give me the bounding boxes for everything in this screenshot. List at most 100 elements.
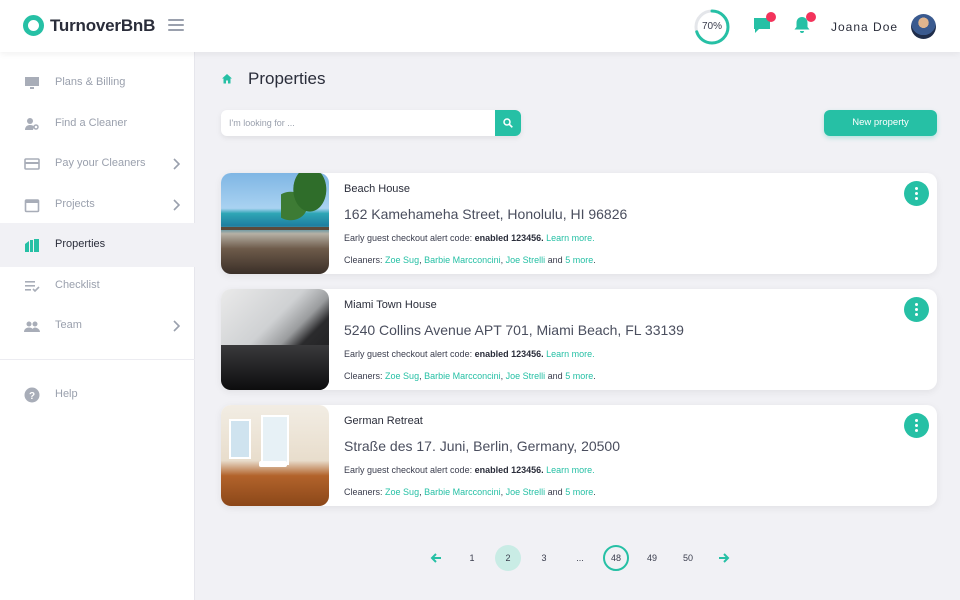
- progress-percent: 70%: [701, 21, 722, 32]
- chevron-right-icon: [173, 199, 180, 211]
- monitor-icon: [25, 77, 39, 89]
- svg-text:?: ?: [29, 391, 35, 402]
- user-search-icon: [25, 118, 39, 130]
- property-photo: [221, 173, 329, 274]
- arrow-right-icon[interactable]: [718, 552, 730, 564]
- profile-progress-ring: 70%: [693, 8, 731, 46]
- alert-label: Early guest checkout alert code:: [344, 465, 473, 475]
- chevron-right-icon: [173, 158, 180, 170]
- checkout-alert-line: Early guest checkout alert code: enabled…: [344, 465, 595, 475]
- checklist-icon: [25, 281, 40, 293]
- sidebar-item-label: Team: [55, 319, 82, 331]
- sidebar-item-team[interactable]: Team: [0, 304, 195, 348]
- sidebar-item-label: Checklist: [55, 279, 100, 291]
- search-input[interactable]: [221, 110, 495, 136]
- new-property-button[interactable]: New property: [824, 110, 937, 136]
- checkout-alert-line: Early guest checkout alert code: enabled…: [344, 233, 595, 243]
- search-bar: [221, 110, 521, 136]
- alert-label: Early guest checkout alert code:: [344, 233, 473, 243]
- cleaners-line: Cleaners: Zoe Sug, Barbie Marcconcini, J…: [344, 255, 596, 265]
- cleaners-label: Cleaners:: [344, 371, 383, 381]
- cleaners-label: Cleaners:: [344, 255, 383, 265]
- chevron-right-icon: [173, 320, 180, 332]
- page-button-3[interactable]: 3: [531, 545, 557, 571]
- cleaners-line: Cleaners: Zoe Sug, Barbie Marcconcini, J…: [344, 487, 596, 497]
- cleaners-line: Cleaners: Zoe Sug, Barbie Marcconcini, J…: [344, 371, 596, 381]
- sidebar-item-label: Help: [55, 388, 78, 400]
- more-cleaners-link[interactable]: 5 more: [565, 371, 593, 381]
- property-photo: [221, 289, 329, 390]
- cleaner-link[interactable]: Zoe Sug: [385, 371, 419, 381]
- top-header: TurnoverBnB 70% Joana Doe: [0, 0, 960, 52]
- arrow-left-icon[interactable]: [430, 552, 442, 564]
- search-button[interactable]: [495, 110, 521, 136]
- learn-more-link[interactable]: Learn more.: [546, 233, 595, 243]
- notifications-button[interactable]: [792, 12, 816, 37]
- alert-status: enabled 123456.: [474, 465, 544, 475]
- page-title: Properties: [248, 69, 326, 88]
- hamburger-menu-icon[interactable]: [168, 19, 184, 32]
- sidebar-item-label: Pay your Cleaners: [55, 157, 146, 169]
- more-options-button[interactable]: [904, 181, 929, 206]
- property-name: Miami Town House: [344, 299, 437, 311]
- sidebar-item-find-cleaner[interactable]: Find a Cleaner: [0, 102, 195, 146]
- alert-label: Early guest checkout alert code:: [344, 349, 473, 359]
- page-button-2[interactable]: 2: [495, 545, 521, 571]
- property-name: German Retreat: [344, 415, 423, 427]
- property-card-beach-house[interactable]: Beach House 162 Kamehameha Street, Honol…: [221, 173, 937, 274]
- learn-more-link[interactable]: Learn more.: [546, 465, 595, 475]
- search-icon: [503, 118, 513, 128]
- messages-notification-dot: [766, 12, 776, 22]
- page-button-48[interactable]: 48: [603, 545, 629, 571]
- alert-status: enabled 123456.: [474, 349, 544, 359]
- team-icon: [24, 321, 40, 332]
- more-options-button[interactable]: [904, 297, 929, 322]
- sidebar-item-label: Properties: [55, 238, 106, 250]
- cleaner-link[interactable]: Barbie Marcconcini: [424, 371, 501, 381]
- messages-button[interactable]: [752, 12, 776, 37]
- property-address: Straße des 17. Juni, Berlin, Germany, 20…: [344, 438, 620, 454]
- notifications-dot: [806, 12, 816, 22]
- property-card-german-retreat[interactable]: German Retreat Straße des 17. Juni, Berl…: [221, 405, 937, 506]
- more-cleaners-link[interactable]: 5 more: [565, 487, 593, 497]
- sidebar-item-pay-cleaners[interactable]: Pay your Cleaners: [0, 142, 195, 186]
- more-options-button[interactable]: [904, 413, 929, 438]
- cleaner-link[interactable]: Joe Strelli: [506, 255, 546, 265]
- cleaner-link[interactable]: Zoe Sug: [385, 487, 419, 497]
- user-name[interactable]: Joana Doe: [831, 20, 898, 34]
- more-cleaners-link[interactable]: 5 more: [565, 255, 593, 265]
- sidebar-item-help[interactable]: ? Help: [0, 373, 195, 417]
- property-address: 5240 Collins Avenue APT 701, Miami Beach…: [344, 322, 684, 338]
- cleaner-link[interactable]: Barbie Marcconcini: [424, 255, 501, 265]
- page-button-1[interactable]: 1: [459, 545, 485, 571]
- sidebar-divider: [0, 359, 195, 360]
- sidebar-item-properties[interactable]: Properties: [0, 223, 195, 267]
- sidebar-item-label: Projects: [55, 198, 95, 210]
- app-logo[interactable]: TurnoverBnB: [23, 15, 155, 36]
- cleaner-link[interactable]: Zoe Sug: [385, 255, 419, 265]
- sidebar-item-projects[interactable]: Projects: [0, 183, 195, 227]
- page-button-50[interactable]: 50: [675, 545, 701, 571]
- cleaners-label: Cleaners:: [344, 487, 383, 497]
- pagination: 1 2 3 ... 48 49 50: [0, 545, 960, 571]
- sidebar-item-checklist[interactable]: Checklist: [0, 264, 195, 308]
- learn-more-link[interactable]: Learn more.: [546, 349, 595, 359]
- cleaner-link[interactable]: Joe Strelli: [506, 487, 546, 497]
- property-card-miami-town-house[interactable]: Miami Town House 5240 Collins Avenue APT…: [221, 289, 937, 390]
- home-icon[interactable]: [221, 73, 233, 85]
- user-avatar[interactable]: [911, 14, 936, 39]
- cleaner-link[interactable]: Joe Strelli: [506, 371, 546, 381]
- and-text: and: [547, 371, 563, 381]
- help-icon: ?: [24, 387, 40, 403]
- app-name: TurnoverBnB: [50, 15, 156, 35]
- and-text: and: [547, 487, 563, 497]
- logo-mark-icon: [23, 15, 44, 36]
- checkout-alert-line: Early guest checkout alert code: enabled…: [344, 349, 595, 359]
- sidebar-item-label: Plans & Billing: [55, 76, 126, 88]
- page-button-49[interactable]: 49: [639, 545, 665, 571]
- credit-card-icon: [24, 158, 40, 170]
- cleaner-link[interactable]: Barbie Marcconcini: [424, 487, 501, 497]
- sidebar-item-plans-billing[interactable]: Plans & Billing: [0, 61, 195, 105]
- property-address: 162 Kamehameha Street, Honolulu, HI 9682…: [344, 206, 628, 222]
- page-header: Properties: [221, 69, 325, 89]
